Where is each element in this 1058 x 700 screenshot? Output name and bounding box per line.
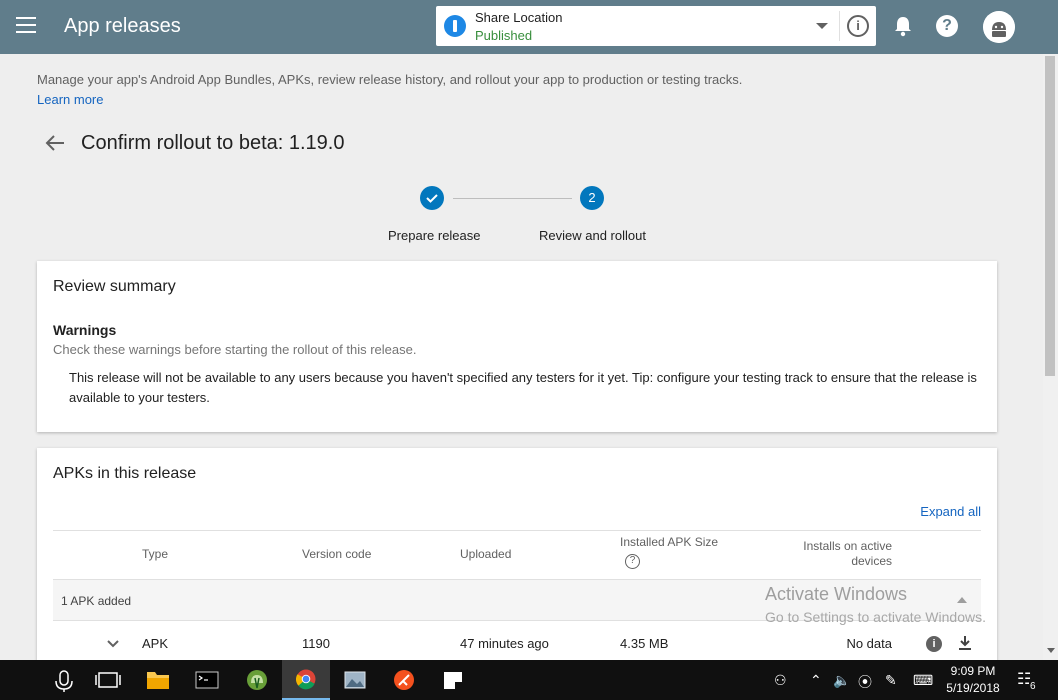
file-explorer-icon[interactable]	[134, 660, 182, 700]
cell-uploaded: 47 minutes ago	[460, 636, 549, 651]
people-icon[interactable]: ⚇	[774, 672, 787, 689]
cell-type: APK	[142, 636, 169, 651]
divider	[839, 11, 840, 41]
group-label: 1 APK added	[61, 594, 132, 608]
pen-icon[interactable]: ✎	[885, 672, 897, 689]
clock-time: 9:09 PM	[950, 664, 996, 678]
warnings-subtitle: Check these warnings before starting the…	[53, 342, 417, 357]
column-header-installs: Installs on active devices	[803, 539, 892, 568]
review-summary-card: Review summary Warnings Check these warn…	[37, 261, 997, 432]
column-header-uploaded: Uploaded	[460, 547, 512, 561]
column-header-version-code: Version code	[302, 547, 372, 561]
page-title: Confirm rollout to beta: 1.19.0	[81, 132, 345, 154]
android-studio-icon[interactable]	[233, 660, 281, 700]
page-description: Manage your app's Android App Bundles, A…	[37, 72, 743, 87]
task-view-icon[interactable]	[84, 660, 132, 700]
wifi-icon[interactable]: ⦿	[858, 672, 872, 692]
step-1-label: Prepare release	[388, 228, 481, 243]
notification-count: 6	[1029, 681, 1037, 692]
git-icon[interactable]	[380, 660, 428, 700]
avatar[interactable]	[983, 11, 1015, 43]
app-name: Share Location	[475, 10, 563, 25]
chevron-up-icon[interactable]: ⌃	[810, 672, 822, 689]
terminal-icon[interactable]	[183, 660, 231, 700]
clock[interactable]: 9:09 PM 5/19/2018	[945, 663, 1001, 697]
column-header-apk-size: Installed APK Size	[620, 535, 719, 549]
step-1-complete	[420, 186, 444, 210]
volume-icon[interactable]: 🔈	[833, 672, 850, 689]
activation-watermark-subtitle: Go to Settings to activate Windows.	[765, 609, 986, 625]
microphone-icon[interactable]	[40, 660, 88, 700]
cell-version-code: 1190	[302, 636, 330, 651]
back-arrow-icon[interactable]	[44, 133, 66, 153]
cell-installs: No data	[846, 636, 892, 651]
download-icon[interactable]	[958, 635, 972, 651]
warnings-title: Warnings	[53, 322, 117, 338]
chevron-up-icon[interactable]	[957, 597, 967, 603]
apks-card: APKs in this release Expand all Type Ver…	[37, 448, 997, 678]
step-2-label: Review and rollout	[539, 228, 646, 243]
checkmark-icon	[426, 194, 438, 203]
chevron-down-icon[interactable]	[107, 638, 119, 650]
review-summary-title: Review summary	[53, 278, 176, 295]
sticky-notes-icon[interactable]	[429, 660, 477, 700]
notifications-bell-icon[interactable]	[893, 15, 913, 37]
apks-title: APKs in this release	[53, 465, 197, 482]
windows-taskbar: ⚇ ⌃ 🔈 ⦿ ✎ ⌨ 9:09 PM 5/19/2018 ☷ 6	[0, 660, 1058, 700]
app-selector[interactable]: Share Location Published i	[436, 6, 876, 46]
help-icon[interactable]: ?	[936, 15, 958, 37]
learn-more-link[interactable]: Learn more	[37, 92, 103, 107]
chevron-down-icon[interactable]	[816, 23, 828, 29]
photos-icon[interactable]	[331, 660, 379, 700]
scrollbar-thumb[interactable]	[1045, 56, 1055, 376]
info-icon[interactable]: i	[847, 15, 869, 37]
expand-all-link[interactable]: Expand all	[920, 504, 981, 519]
warning-message: This release will not be available to an…	[69, 370, 977, 405]
keyboard-icon[interactable]: ⌨	[913, 672, 933, 689]
menu-icon[interactable]	[16, 17, 36, 33]
app-logo-icon	[444, 15, 466, 37]
app-status: Published	[475, 28, 533, 43]
clock-date: 5/19/2018	[946, 681, 1000, 695]
step-2-number: 2	[580, 186, 604, 210]
top-app-bar: App releases Share Location Published i …	[0, 0, 1058, 54]
help-icon[interactable]: ?	[625, 554, 640, 569]
activation-watermark-title: Activate Windows	[765, 584, 908, 604]
info-icon[interactable]: i	[926, 636, 942, 652]
chrome-icon[interactable]	[282, 660, 330, 700]
stepper-connector	[453, 198, 572, 199]
table-divider	[53, 530, 981, 531]
cell-apk-size: 4.35 MB	[620, 636, 669, 651]
app-bar-title: App releases	[64, 15, 181, 37]
column-header-type: Type	[142, 547, 169, 561]
scroll-down-arrow-icon[interactable]	[1047, 648, 1055, 653]
